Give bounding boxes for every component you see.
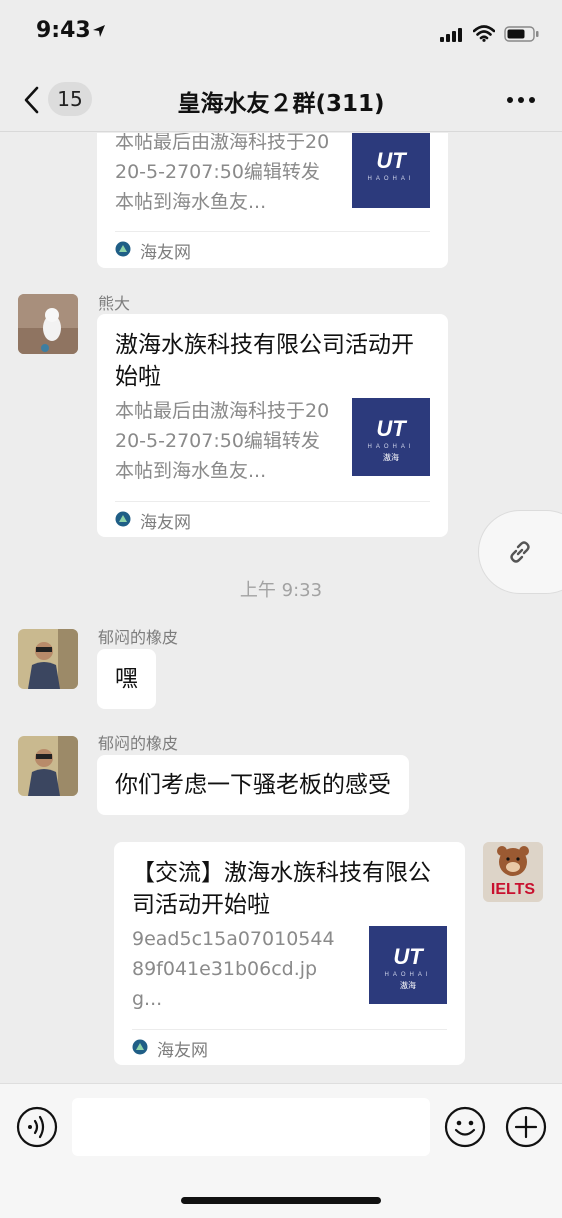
svg-text:UT: UT xyxy=(376,416,407,441)
timestamp: 上午 9:33 xyxy=(239,580,323,601)
card-divider xyxy=(132,1029,447,1030)
card-divider xyxy=(115,231,430,232)
status-time: 9:43 xyxy=(36,18,91,43)
svg-text:HAOHAI: HAOHAI xyxy=(367,444,414,450)
svg-text:滶海: 滶海 xyxy=(400,980,416,990)
emoji-icon[interactable] xyxy=(444,1106,486,1148)
chat-title: 皇海水友２群(311) xyxy=(177,91,385,117)
nav-bar: 15 皇海水友２群(311) xyxy=(0,66,562,132)
svg-text:UT: UT xyxy=(376,148,407,173)
card-title: 滶海水族科技有限公司活动开始啦 xyxy=(115,332,414,390)
card-source: 海友网 xyxy=(140,513,191,533)
signal-icon xyxy=(440,28,462,42)
chat-area: 本帖最后由滶海科技于2020-5-2707:50编辑转发本帖到海水鱼友... U… xyxy=(0,133,562,1083)
sender-name: 郁闷的橡皮 xyxy=(98,734,179,753)
status-bar: 9:43 xyxy=(0,0,562,66)
card-thumbnail: UT HAOHAI 滶海 xyxy=(352,398,430,476)
own-avatar[interactable]: IELTS xyxy=(483,842,543,902)
card-source: 海友网 xyxy=(140,243,191,263)
floating-link-button[interactable] xyxy=(478,510,562,594)
card-source: 海友网 xyxy=(157,1041,208,1061)
plus-icon[interactable] xyxy=(505,1106,547,1148)
brand-logo-icon: UT HAOHAI xyxy=(367,148,414,182)
message-input[interactable] xyxy=(72,1098,430,1156)
svg-text:UT: UT xyxy=(393,944,424,969)
more-icon[interactable] xyxy=(506,96,536,104)
source-site-icon xyxy=(115,511,131,527)
card-title: 【交流】滶海水族科技有限公司活动开始啦 xyxy=(132,860,431,918)
avatar[interactable] xyxy=(18,629,78,689)
card-description: 本帖最后由滶海科技于2020-5-2707:50编辑转发本帖到海水鱼友... xyxy=(115,400,330,482)
svg-text:IELTS: IELTS xyxy=(491,881,535,898)
link-card[interactable]: 滶海水族科技有限公司活动开始啦 本帖最后由滶海科技于2020-5-2707:50… xyxy=(97,314,448,537)
avatar[interactable] xyxy=(18,294,78,354)
battery-icon xyxy=(504,26,539,42)
card-divider xyxy=(115,501,430,502)
card-description: 9ead5c15a0701054489f041e31b06cd.jpg... xyxy=(132,928,335,1010)
card-description: 本帖最后由滶海科技于2020-5-2707:50编辑转发本帖到海水鱼友... xyxy=(115,133,330,213)
link-card[interactable]: 本帖最后由滶海科技于2020-5-2707:50编辑转发本帖到海水鱼友... U… xyxy=(97,133,448,268)
svg-text:HAOHAI: HAOHAI xyxy=(367,176,414,182)
svg-text:滶海: 滶海 xyxy=(383,452,399,462)
link-card[interactable]: 【交流】滶海水族科技有限公司活动开始啦 9ead5c15a0701054489f… xyxy=(114,842,465,1065)
sender-name: 熊大 xyxy=(98,294,131,313)
wifi-icon xyxy=(473,25,495,42)
svg-text:HAOHAI: HAOHAI xyxy=(384,972,431,978)
sender-name: 郁闷的橡皮 xyxy=(98,628,179,647)
brand-logo-icon: UT HAOHAI 滶海 xyxy=(384,944,431,990)
link-icon xyxy=(510,541,530,563)
card-thumbnail: UT HAOHAI 滶海 xyxy=(369,926,447,1004)
location-arrow-icon xyxy=(93,25,105,37)
card-thumbnail: UT HAOHAI xyxy=(352,133,430,208)
avatar[interactable] xyxy=(18,736,78,796)
brand-logo-icon: UT HAOHAI 滶海 xyxy=(367,416,414,462)
voice-icon[interactable] xyxy=(16,1106,58,1148)
message-bubble[interactable]: 你们考虑一下骚老板的感受 xyxy=(97,755,409,815)
home-indicator xyxy=(181,1197,381,1204)
source-site-icon xyxy=(132,1039,148,1055)
source-site-icon xyxy=(115,241,131,257)
message-bubble[interactable]: 嘿 xyxy=(97,649,156,709)
